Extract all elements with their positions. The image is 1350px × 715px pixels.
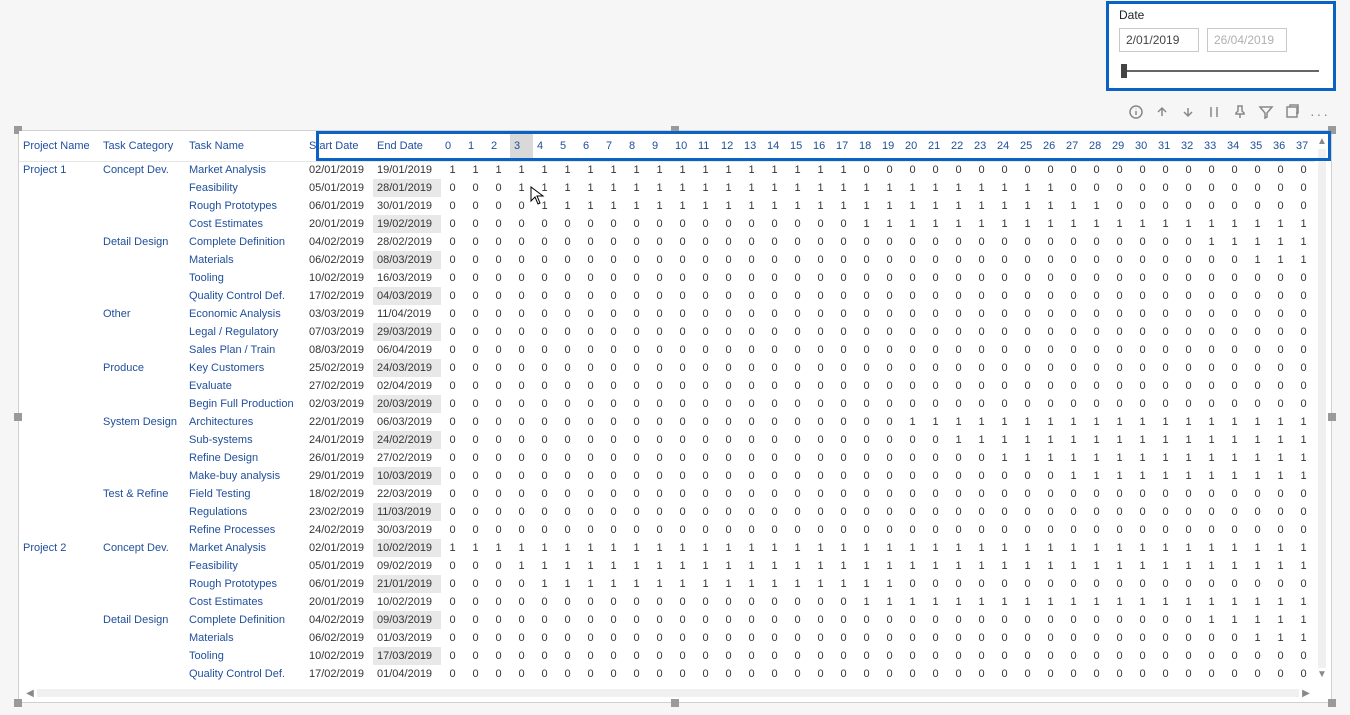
table-row[interactable]: Legal / Regulatory07/03/201929/03/201900… <box>19 323 1315 341</box>
table-row[interactable]: Project 1Concept Dev.Market Analysis02/0… <box>19 161 1315 179</box>
column-header[interactable]: 29 <box>1108 131 1131 161</box>
info-icon[interactable] <box>1128 104 1144 123</box>
column-header[interactable]: 6 <box>579 131 602 161</box>
column-header[interactable]: 7 <box>602 131 625 161</box>
column-header[interactable]: 16 <box>809 131 832 161</box>
slider-handle-start[interactable] <box>1121 64 1127 78</box>
column-header[interactable]: 4 <box>533 131 556 161</box>
visual-header-toolbar: ··· <box>1128 104 1330 123</box>
table-row[interactable]: Make-buy analysis29/01/201910/03/2019000… <box>19 467 1315 485</box>
column-header[interactable]: 30 <box>1131 131 1154 161</box>
table-row[interactable]: Feasibility05/01/201928/01/2019000111111… <box>19 179 1315 197</box>
vertical-scrollbar[interactable]: ▲ ▼ <box>1315 135 1329 682</box>
date-slicer[interactable]: Date 2/01/2019 26/04/2019 <box>1106 1 1336 91</box>
column-header[interactable]: 19 <box>878 131 901 161</box>
table-row[interactable]: Cost Estimates20/01/201919/02/2019000000… <box>19 215 1315 233</box>
column-header[interactable]: 18 <box>855 131 878 161</box>
column-header[interactable]: 8 <box>625 131 648 161</box>
table-row[interactable]: OtherEconomic Analysis03/03/201911/04/20… <box>19 305 1315 323</box>
column-header[interactable]: 20 <box>901 131 924 161</box>
column-header[interactable]: 36 <box>1269 131 1292 161</box>
column-header[interactable]: 22 <box>947 131 970 161</box>
column-header[interactable]: 1 <box>464 131 487 161</box>
up-arrow-icon[interactable] <box>1154 104 1170 123</box>
header-row[interactable]: Project NameTask CategoryTask NameStart … <box>19 131 1315 161</box>
pin-icon[interactable] <box>1232 104 1248 123</box>
table-row[interactable]: Project 2Concept Dev.Market Analysis02/0… <box>19 539 1315 557</box>
table-row[interactable]: Rough Prototypes06/01/201930/01/20190000… <box>19 197 1315 215</box>
more-icon[interactable]: ··· <box>1310 106 1330 122</box>
table-row[interactable]: Tooling10/02/201916/03/20190000000000000… <box>19 269 1315 287</box>
column-header[interactable]: 0 <box>441 131 464 161</box>
column-header[interactable]: 14 <box>763 131 786 161</box>
resize-handle[interactable] <box>14 699 22 707</box>
popout-icon[interactable] <box>1284 104 1300 123</box>
column-header[interactable]: Start Date <box>305 131 373 161</box>
table-row[interactable]: Cost Estimates20/01/201910/02/2019000000… <box>19 593 1315 611</box>
table-row[interactable]: Detail DesignComplete Definition04/02/20… <box>19 233 1315 251</box>
column-header[interactable]: 23 <box>970 131 993 161</box>
column-header[interactable]: Task Category <box>99 131 185 161</box>
table-row[interactable]: Sub-systems24/01/201924/02/2019000000000… <box>19 431 1315 449</box>
column-header[interactable]: End Date <box>373 131 441 161</box>
table-row[interactable]: Quality Control Def.17/02/201904/03/2019… <box>19 287 1315 305</box>
column-header[interactable]: 3 <box>510 131 533 161</box>
table-row[interactable]: Materials06/02/201901/03/201900000000000… <box>19 629 1315 647</box>
column-header[interactable]: 26 <box>1039 131 1062 161</box>
column-header[interactable]: 25 <box>1016 131 1039 161</box>
down-arrow-icon[interactable] <box>1180 104 1196 123</box>
slicer-end-input[interactable]: 26/04/2019 <box>1207 28 1287 52</box>
column-header[interactable]: 9 <box>648 131 671 161</box>
horizontal-scrollbar[interactable]: ◀ ▶ <box>23 686 1313 700</box>
column-header[interactable]: 32 <box>1177 131 1200 161</box>
table-row[interactable]: Sales Plan / Train08/03/201906/04/201900… <box>19 341 1315 359</box>
matrix-visual[interactable]: Project NameTask CategoryTask NameStart … <box>18 130 1332 703</box>
slicer-start-input[interactable]: 2/01/2019 <box>1119 28 1199 52</box>
date-slider[interactable] <box>1119 62 1323 80</box>
column-header[interactable]: 17 <box>832 131 855 161</box>
bar-icon[interactable] <box>1206 104 1222 123</box>
column-header[interactable]: 33 <box>1200 131 1223 161</box>
filter-icon[interactable] <box>1258 104 1274 123</box>
table-row[interactable]: System DesignArchitectures22/01/201906/0… <box>19 413 1315 431</box>
table-row[interactable]: ProduceKey Customers25/02/201924/03/2019… <box>19 359 1315 377</box>
column-header[interactable]: 27 <box>1062 131 1085 161</box>
table-row[interactable]: Detail DesignComplete Definition04/02/20… <box>19 611 1315 629</box>
table-row[interactable]: Evaluate27/02/201902/04/2019000000000000… <box>19 377 1315 395</box>
column-header[interactable]: 35 <box>1246 131 1269 161</box>
column-header[interactable]: 21 <box>924 131 947 161</box>
column-header[interactable]: 34 <box>1223 131 1246 161</box>
table-row[interactable]: Refine Processes24/02/201930/03/20190000… <box>19 521 1315 539</box>
scroll-right-icon[interactable]: ▶ <box>1299 688 1313 699</box>
column-header[interactable]: 37 <box>1292 131 1315 161</box>
resize-handle[interactable] <box>671 699 679 707</box>
column-header[interactable]: 2 <box>487 131 510 161</box>
column-header[interactable]: Project Name <box>19 131 99 161</box>
column-header[interactable]: 12 <box>717 131 740 161</box>
table-row[interactable]: Refine Design26/01/201927/02/20190000000… <box>19 449 1315 467</box>
column-header[interactable]: 15 <box>786 131 809 161</box>
column-header[interactable]: 13 <box>740 131 763 161</box>
column-header[interactable]: 5 <box>556 131 579 161</box>
table-row[interactable]: Test & RefineField Testing18/02/201922/0… <box>19 485 1315 503</box>
table-row[interactable]: Tooling10/02/201917/03/20190000000000000… <box>19 647 1315 665</box>
table-row[interactable]: Feasibility05/01/201909/02/2019000111111… <box>19 557 1315 575</box>
table-row[interactable]: Rough Prototypes06/01/201921/01/20190000… <box>19 575 1315 593</box>
column-header[interactable]: 11 <box>694 131 717 161</box>
slicer-title: Date <box>1119 8 1323 22</box>
resize-handle[interactable] <box>1328 699 1336 707</box>
column-header[interactable]: 24 <box>993 131 1016 161</box>
matrix-table[interactable]: Project NameTask CategoryTask NameStart … <box>19 131 1315 683</box>
table-row[interactable]: Quality Control Def.17/02/201901/04/2019… <box>19 665 1315 683</box>
scroll-down-icon[interactable]: ▼ <box>1317 668 1327 682</box>
scroll-left-icon[interactable]: ◀ <box>23 688 37 699</box>
scroll-up-icon[interactable]: ▲ <box>1317 135 1327 149</box>
table-row[interactable]: Begin Full Production02/03/201920/03/201… <box>19 395 1315 413</box>
table-row[interactable]: Regulations23/02/201911/03/2019000000000… <box>19 503 1315 521</box>
column-header[interactable]: 10 <box>671 131 694 161</box>
table-row[interactable]: Materials06/02/201908/03/201900000000000… <box>19 251 1315 269</box>
column-header[interactable]: 28 <box>1085 131 1108 161</box>
column-header[interactable]: 31 <box>1154 131 1177 161</box>
column-header[interactable]: Task Name <box>185 131 305 161</box>
